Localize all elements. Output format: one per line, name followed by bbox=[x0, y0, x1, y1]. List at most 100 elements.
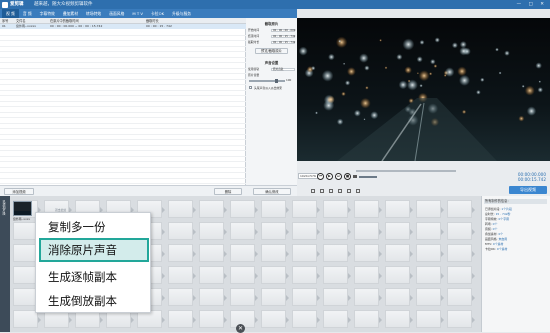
tab-style[interactable]: 画面风格 bbox=[105, 9, 128, 18]
timeline-slot[interactable] bbox=[447, 310, 475, 328]
menu-item-remove-audio[interactable]: 消除原片声音 bbox=[48, 242, 117, 258]
timeline-slot[interactable] bbox=[354, 266, 382, 284]
timeline-slot[interactable] bbox=[354, 200, 382, 218]
timeline-slot[interactable] bbox=[168, 266, 196, 284]
timeline-slot[interactable] bbox=[230, 244, 258, 262]
timeline-slot[interactable] bbox=[323, 244, 351, 262]
timeline-slot[interactable] bbox=[416, 266, 444, 284]
tab-karaoke[interactable]: 卡拉OK bbox=[147, 9, 168, 18]
timeline-slot[interactable] bbox=[199, 288, 227, 306]
add-video-button[interactable]: 添加视频 bbox=[4, 188, 34, 195]
settings-icon[interactable] bbox=[347, 189, 351, 193]
timeline-slot[interactable] bbox=[292, 244, 320, 262]
timeline-slot[interactable] bbox=[447, 244, 475, 262]
confirm-edit-button[interactable]: 确认修改 bbox=[253, 188, 291, 195]
menu-item-frame-copy[interactable]: 生成逐帧副本 bbox=[48, 269, 117, 285]
timeline-slot[interactable] bbox=[292, 288, 320, 306]
timeline-slot[interactable] bbox=[199, 200, 227, 218]
stop-icon[interactable]: ■ bbox=[344, 173, 351, 180]
progress-bar[interactable] bbox=[356, 170, 456, 172]
duration-field[interactable]: 00 : 00 : 15 . 742 bbox=[271, 40, 295, 45]
timeline-slot[interactable] bbox=[199, 244, 227, 262]
timeline-slot[interactable] bbox=[261, 310, 289, 328]
timeline-slot[interactable] bbox=[292, 200, 320, 218]
timeline-slot[interactable] bbox=[261, 288, 289, 306]
timeline-slot[interactable] bbox=[385, 266, 413, 284]
resolution-select[interactable]: 1024×576 bbox=[298, 173, 318, 179]
end-time-field[interactable]: 00 : 00 : 15 . 742 bbox=[271, 34, 295, 39]
tab-upgrade[interactable]: 升级与服务 bbox=[168, 9, 195, 18]
timeline-slot[interactable] bbox=[416, 310, 444, 328]
timeline-slot[interactable] bbox=[385, 244, 413, 262]
timeline-slot[interactable] bbox=[199, 310, 227, 328]
crop-icon[interactable] bbox=[311, 189, 315, 193]
window-controls-icon[interactable]: — □ ✕ bbox=[517, 0, 547, 9]
preview-trim-button[interactable]: 预览/截取原片 bbox=[255, 48, 288, 54]
timeline-slot[interactable] bbox=[385, 200, 413, 218]
timeline-slot[interactable] bbox=[354, 222, 382, 240]
screen-icon[interactable] bbox=[329, 189, 333, 193]
timeline-slot[interactable] bbox=[230, 200, 258, 218]
timeline-slot[interactable] bbox=[230, 222, 258, 240]
menu-item-duplicate[interactable]: 复制多一份 bbox=[48, 219, 106, 235]
delete-button[interactable]: 删除 bbox=[214, 188, 242, 195]
player-volume-slider[interactable] bbox=[359, 176, 377, 178]
prev-icon[interactable]: ⏮ bbox=[317, 173, 324, 180]
timeline-slot[interactable] bbox=[199, 222, 227, 240]
timeline-slot[interactable] bbox=[230, 266, 258, 284]
tab-transitions[interactable]: 转场特效 bbox=[82, 9, 105, 18]
timeline-slot[interactable] bbox=[323, 266, 351, 284]
timeline-slot[interactable] bbox=[385, 288, 413, 306]
tab-mtv[interactable]: M T V bbox=[128, 9, 147, 18]
timeline-slot[interactable] bbox=[168, 244, 196, 262]
timeline-slot[interactable] bbox=[323, 200, 351, 218]
timeline-slot[interactable] bbox=[199, 266, 227, 284]
timeline-slot[interactable] bbox=[292, 222, 320, 240]
timeline-slot[interactable] bbox=[416, 244, 444, 262]
timeline-slot[interactable] bbox=[323, 288, 351, 306]
timeline-slot[interactable] bbox=[168, 200, 196, 218]
start-time-field[interactable]: 00 : 00 : 00 . 000 bbox=[271, 28, 295, 33]
timeline-slot[interactable] bbox=[261, 244, 289, 262]
table-row[interactable]: 01 窗外雨--xxxxx 00 : 00 : 00.000 ~ 00 : 00… bbox=[0, 24, 246, 29]
timeline-slot[interactable] bbox=[261, 266, 289, 284]
timeline-slot[interactable] bbox=[168, 310, 196, 328]
video-preview[interactable] bbox=[297, 18, 550, 161]
volume-slider[interactable] bbox=[249, 78, 285, 83]
timeline-slot[interactable] bbox=[168, 288, 196, 306]
timeline-slot[interactable] bbox=[168, 222, 196, 240]
tab-audio[interactable]: 音 频 bbox=[19, 9, 36, 18]
track-select[interactable]: 原片音轨 bbox=[271, 67, 295, 72]
timeline-slot[interactable] bbox=[416, 222, 444, 240]
timeline-slot[interactable] bbox=[354, 244, 382, 262]
timeline-slot[interactable] bbox=[261, 222, 289, 240]
tab-overlay[interactable]: 叠加素材 bbox=[59, 9, 82, 18]
next-icon[interactable]: ⏭ bbox=[335, 173, 342, 180]
menu-item-reverse-copy[interactable]: 生成倒放副本 bbox=[48, 293, 117, 309]
timeline-slot[interactable] bbox=[354, 288, 382, 306]
timeline-slot[interactable] bbox=[447, 288, 475, 306]
timeline-slot[interactable] bbox=[416, 288, 444, 306]
timeline-slot[interactable] bbox=[292, 310, 320, 328]
timeline-slot[interactable] bbox=[447, 266, 475, 284]
film-icon[interactable] bbox=[338, 189, 342, 193]
timeline-slot[interactable] bbox=[385, 222, 413, 240]
share-icon[interactable] bbox=[356, 189, 360, 193]
timeline-slot[interactable] bbox=[323, 310, 351, 328]
timeline-slot[interactable] bbox=[416, 200, 444, 218]
timeline-slot[interactable] bbox=[230, 288, 258, 306]
added-clips-tab[interactable]: 已添加片段 bbox=[0, 196, 10, 332]
export-video-button[interactable]: 导出视频 bbox=[509, 186, 547, 194]
timeline-slot[interactable] bbox=[323, 222, 351, 240]
folder-icon[interactable] bbox=[320, 189, 324, 193]
play-icon[interactable]: ▶ bbox=[326, 173, 333, 180]
clip-thumbnail[interactable] bbox=[13, 201, 32, 216]
volume-slider-handle[interactable] bbox=[275, 78, 278, 83]
fade-checkbox[interactable] bbox=[249, 86, 252, 89]
timeline-slot[interactable] bbox=[292, 266, 320, 284]
timeline-slot[interactable] bbox=[447, 222, 475, 240]
volume-icon[interactable] bbox=[353, 175, 357, 178]
timeline-slot[interactable] bbox=[354, 310, 382, 328]
timeline-slot[interactable] bbox=[385, 310, 413, 328]
timeline-slot[interactable] bbox=[261, 200, 289, 218]
